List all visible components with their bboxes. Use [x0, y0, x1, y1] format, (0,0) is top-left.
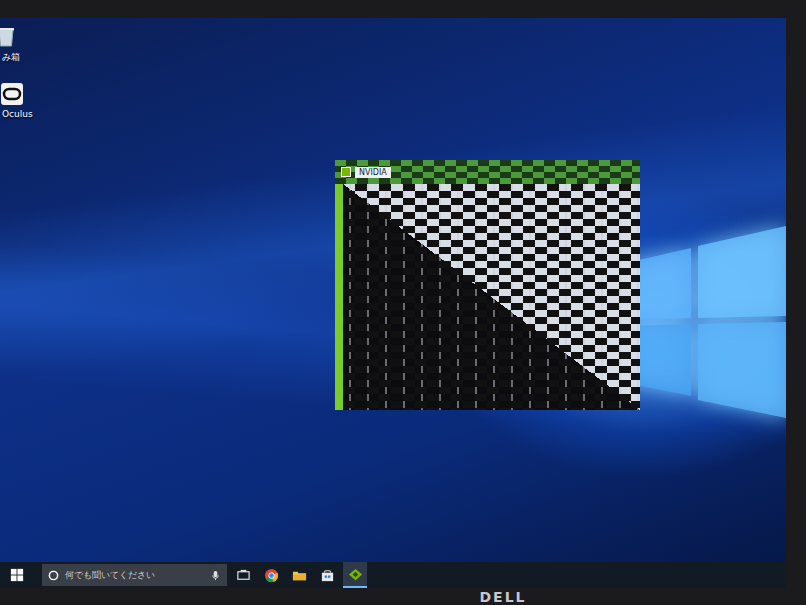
search-placeholder: 何でも聞いてください [65, 569, 155, 582]
microphone-icon [210, 570, 221, 581]
taskbar-button[interactable] [315, 562, 339, 588]
task-view-icon [236, 568, 251, 583]
start-windows-icon[interactable] [10, 568, 24, 582]
store-icon [320, 568, 335, 583]
desktop: み箱 Oculus NVIDIA [0, 18, 786, 562]
search-box[interactable]: 何でも聞いてください [42, 564, 227, 586]
recycle-bin-icon [0, 24, 18, 48]
file-explorer-icon [292, 568, 307, 583]
windows-logo-icon [616, 218, 786, 418]
taskbar: 何でも聞いてください [0, 562, 786, 588]
oculus-icon [0, 82, 24, 106]
taskbar-button[interactable] [259, 562, 283, 588]
cortana-circle-icon [48, 570, 59, 581]
screen: み箱 Oculus NVIDIA 何でも聞いてください [0, 18, 786, 588]
monitor-brand: DELL [479, 590, 526, 604]
title-bar[interactable]: NVIDIA [335, 160, 640, 184]
chrome-icon [264, 568, 279, 583]
desktop-icon[interactable]: み箱 [0, 24, 40, 64]
taskbar-button[interactable] [343, 562, 367, 588]
desktop-icon[interactable]: Oculus [0, 82, 40, 119]
window-title: NVIDIA [355, 167, 391, 178]
desktop-icon-label: Oculus [0, 109, 33, 119]
app-window[interactable]: NVIDIA [335, 160, 640, 410]
nvidia-app-icon [348, 567, 363, 582]
monitor-bezel: DELL [0, 588, 806, 605]
glitched-content [335, 184, 640, 410]
monitor: み箱 Oculus NVIDIA 何でも聞いてください DELL [0, 0, 806, 605]
taskbar-button[interactable] [231, 562, 255, 588]
desktop-icon-label: み箱 [0, 51, 20, 64]
desktop-icons: み箱 Oculus [0, 24, 40, 119]
app-icon [341, 167, 351, 177]
taskbar-button[interactable] [287, 562, 311, 588]
